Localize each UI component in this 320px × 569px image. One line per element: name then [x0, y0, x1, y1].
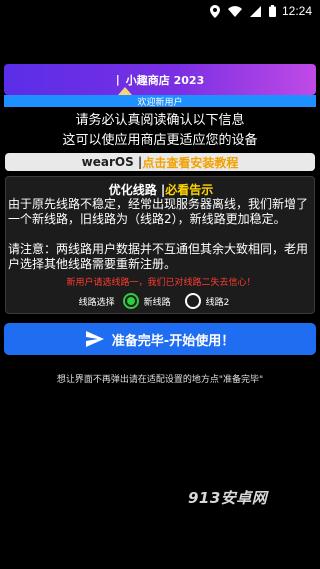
footnote-text: 想让界面不再弹出请在适配设置的地方点"准备完毕": [56, 375, 264, 385]
wearos-tutorial-link[interactable]: wearOS | 点击查看安装教程: [5, 153, 315, 171]
send-icon: [85, 331, 104, 347]
panel-body: 由于原先线路不稳定，经常出现服务器离线，我们新增了一个新线路，旧线路为（线路2）…: [8, 197, 314, 287]
fold-corner-icon: [118, 87, 132, 95]
route-optimization-panel: 优化线路 |必看告示 由于原先线路不稳定，经常出现服务器离线，我们新增了一个新线…: [5, 176, 315, 314]
welcome-subtitle: 欢迎新用户: [4, 95, 316, 108]
radio-new-route-label[interactable]: 新线路: [144, 295, 171, 308]
wifi-icon: [227, 5, 242, 17]
battery-icon: [268, 5, 276, 17]
install-tutorial-link[interactable]: 点击查看安装教程: [142, 154, 238, 171]
watermark-logo: 913安卓网: [188, 489, 268, 507]
radio-route-2[interactable]: [184, 293, 201, 309]
panel-paragraph-1: 由于原先线路不稳定，经常出现服务器离线，我们新增了一个新线路，旧线路为（线路2）…: [8, 197, 309, 226]
app-title-bar: | 小趣商店 2023: [4, 64, 316, 95]
status-bar: 12:24: [0, 0, 320, 22]
radio-new-route[interactable]: [122, 293, 139, 309]
panel-title-main: 优化线路 |: [108, 183, 166, 197]
app-title: 小趣商店 2023: [125, 73, 205, 87]
notice-text: 请务必认真阅读确认以下信息 这可以使应用商店更适应您的设备: [0, 111, 320, 151]
status-clock: 12:24: [281, 4, 312, 18]
new-user-route-note: 新用户请选线路一，我们已对线路二失去信心！: [66, 278, 256, 288]
ready-start-button[interactable]: 准备完毕-开始使用！: [4, 323, 316, 355]
notice-line-2: 这可以使应用商店更适应您的设备: [62, 133, 258, 148]
radio-route-2-label[interactable]: 线路2: [206, 295, 230, 308]
route-selector: 线路选择 新线路 线路2: [6, 291, 316, 311]
panel-title-warning: 必看告示: [165, 183, 214, 197]
panel-title: 优化线路 |必看告示: [6, 181, 316, 198]
title-separator: |: [115, 73, 120, 86]
wearos-label: wearOS |: [81, 155, 143, 169]
location-icon: [209, 4, 220, 18]
signal-icon: [249, 5, 261, 17]
ready-start-label: 准备完毕-开始使用！: [111, 333, 235, 349]
notice-line-1: 请务必认真阅读确认以下信息: [75, 113, 245, 128]
route-select-label: 线路选择: [78, 297, 115, 308]
radio-selected-dot: [126, 297, 135, 305]
panel-paragraph-2: 请注意：两线路用户数据并不互通但其余大致相同，老用户选择其他线路需要重新注册。: [8, 242, 309, 271]
